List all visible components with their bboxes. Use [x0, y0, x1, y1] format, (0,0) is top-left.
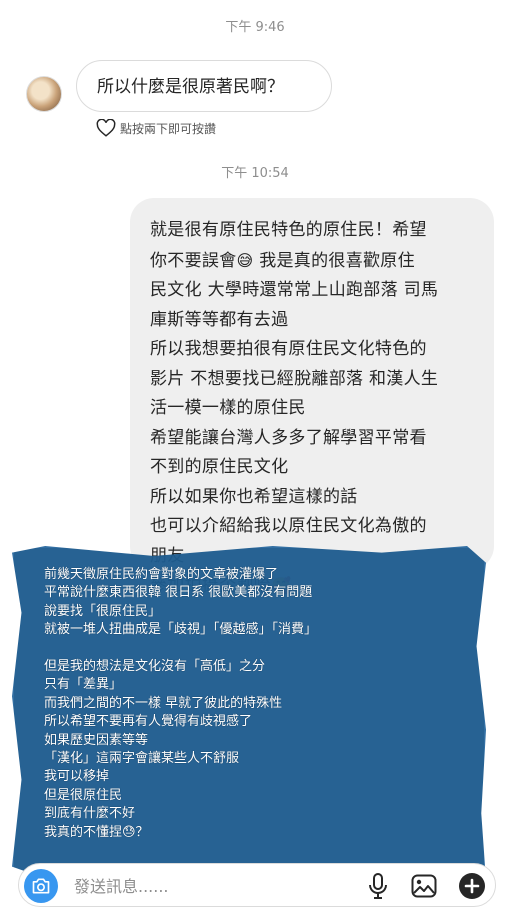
overlay-line: 所以希望不要再有人覺得有歧視感了 — [44, 714, 253, 730]
overlay-line: 就被一堆人扭曲成是「歧視」「優越感」「消費」 — [44, 622, 318, 638]
overlay-line: 平常說什麼東西很韓 很日系 很歐美都沒有問題 — [44, 585, 313, 601]
like-hint: 點按兩下即可按讚 — [96, 118, 216, 138]
outgoing-message-line: 你不要誤會😅 我是真的很喜歡原住 — [150, 250, 415, 271]
heart-icon[interactable] — [96, 118, 116, 137]
overlay-line: 但是很原住民 — [44, 787, 123, 803]
text-overlay: 前幾天徵原住民約會對象的文章被灌爆了平常說什麼東西很韓 很日系 很歐美都沒有問題… — [44, 566, 484, 842]
microphone-button[interactable] — [362, 870, 394, 902]
overlay-line: 只有「差異」 — [44, 677, 123, 693]
overlay-line: 前幾天徵原住民約會對象的文章被灌爆了 — [44, 567, 279, 582]
outgoing-message-line: 所以如果你也希望這樣的話 — [150, 486, 358, 507]
overlay-line: 「漢化」這兩字會讓某些人不舒服 — [44, 751, 240, 767]
gallery-button[interactable] — [408, 870, 440, 902]
overlay-line: 但是我的想法是文化沒有「高低」之分 — [44, 659, 266, 675]
incoming-message[interactable]: 所以什麼是很原著民啊？ — [76, 60, 332, 112]
outgoing-message[interactable]: 就是很有原住民特色的原住民！希望 你不要誤會😅 我是真的很喜歡原住民文化 大學時還… — [130, 198, 494, 596]
overlay-line: 說要找「很原住民」 — [44, 603, 162, 619]
outgoing-message-line: 所以我想要拍很有原住民文化特色的 — [150, 339, 427, 359]
outgoing-message-line: 影片 不想要找已經脫離部落 和漢人生 — [150, 368, 439, 389]
outgoing-message-line: 希望能讓台灣人多多了解學習平常看 — [150, 427, 427, 448]
camera-icon — [32, 878, 50, 894]
outgoing-message-line: 不到的原住民文化 — [150, 457, 289, 477]
overlay-line: 如果歷史因素等等 — [44, 732, 149, 748]
emoji-icon: 😅 — [236, 250, 254, 270]
outgoing-message-line: 民文化 大學時還常常上山跑部落 司馬 — [150, 280, 439, 300]
overlay-line: 我真的不懂捏😓？ — [44, 824, 149, 840]
overlay-line: 到底有什麼不好 — [44, 806, 136, 822]
outgoing-message-line: 就是很有原住民特色的原住民！希望 — [150, 220, 427, 240]
overlay-line: 而我們之間的不一樣 早就了彼此的特殊性 — [44, 695, 283, 711]
timestamp-2: 下午 10:54 — [221, 166, 289, 181]
add-button[interactable] — [456, 870, 488, 902]
timestamp-1: 下午 9:46 — [225, 20, 285, 35]
gallery-icon — [411, 874, 437, 898]
sender-avatar[interactable] — [26, 76, 62, 112]
outgoing-message-line: 活一模一樣的原住民 — [150, 398, 306, 418]
add-icon — [459, 873, 485, 899]
overlay-spacer — [44, 640, 484, 658]
microphone-icon — [369, 873, 387, 899]
outgoing-message-line: 庫斯等等都有去過 — [150, 309, 289, 330]
message-input[interactable] — [74, 872, 334, 900]
overlay-line: 我可以移掉 — [44, 769, 110, 785]
camera-button[interactable] — [24, 869, 58, 903]
outgoing-message-line: 也可以介紹給我以原住民文化為傲的 — [150, 516, 427, 536]
like-hint-text: 點按兩下即可按讚 — [120, 121, 217, 136]
